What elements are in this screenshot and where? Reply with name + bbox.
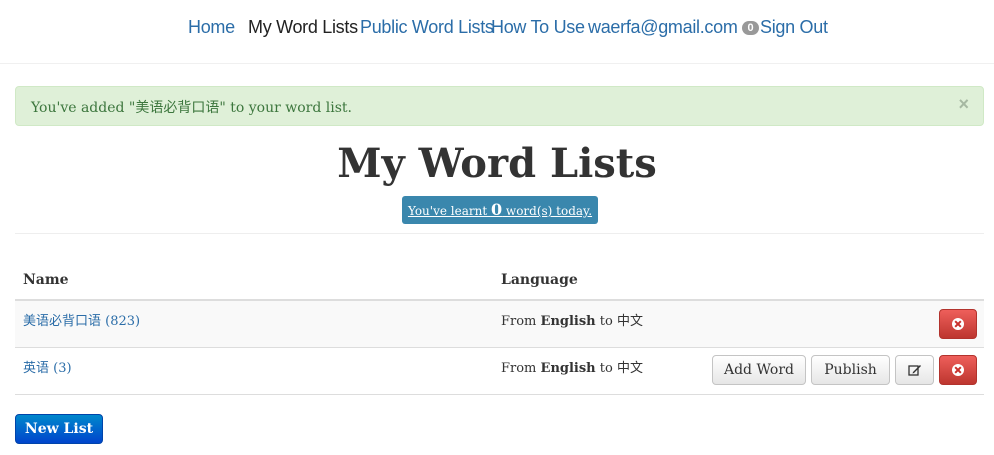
nav-home[interactable]: Home xyxy=(188,17,235,38)
page-title: My Word Lists xyxy=(337,140,657,187)
learnt-today-link[interactable]: You've learnt 0 word(s) today. xyxy=(402,196,598,224)
learnt-count: 0 xyxy=(490,200,503,219)
lang-source: English xyxy=(540,314,596,329)
word-list-link[interactable]: 英语 (3) xyxy=(23,357,72,376)
learnt-suffix: word(s) today. xyxy=(502,204,593,218)
language-cell: From English to 中文 xyxy=(501,357,643,376)
divider xyxy=(15,233,984,234)
delete-list-button[interactable] xyxy=(939,355,977,385)
nav-sign-out[interactable]: Sign Out xyxy=(760,17,828,38)
column-header-name: Name xyxy=(23,272,69,288)
lang-to-text: to xyxy=(595,361,617,376)
lang-to-text: to xyxy=(595,314,617,329)
edit-list-button[interactable] xyxy=(895,355,934,385)
lang-from-text: From xyxy=(501,314,541,329)
language-cell: From English to 中文 xyxy=(501,310,643,329)
close-icon[interactable]: × xyxy=(958,95,969,113)
add-word-button[interactable]: Add Word xyxy=(712,355,806,385)
remove-circle-icon xyxy=(952,364,964,376)
lang-target: 中文 xyxy=(616,314,643,329)
success-alert: You've added "美语必背口语" to your word list.… xyxy=(15,86,984,126)
delete-list-button[interactable] xyxy=(939,309,977,339)
column-header-language: Language xyxy=(501,272,578,288)
table-row: 美语必背口语 (823) From English to 中文 xyxy=(15,301,984,348)
top-nav: Home My Word Lists Public Word Lists How… xyxy=(0,0,994,64)
remove-circle-icon xyxy=(952,318,964,330)
lang-source: English xyxy=(540,361,596,376)
row-border xyxy=(15,394,984,395)
new-list-button[interactable]: New List xyxy=(15,414,103,444)
table-row: 英语 (3) From English to 中文 Add Word Publi… xyxy=(15,348,984,395)
publish-button[interactable]: Publish xyxy=(811,355,890,385)
alert-message: You've added "美语必背口语" to your word list. xyxy=(31,100,352,116)
nav-public-word-lists[interactable]: Public Word Lists xyxy=(360,17,494,38)
nav-my-word-lists[interactable]: My Word Lists xyxy=(248,17,358,38)
nav-account[interactable]: waerfa@gmail.com 0 xyxy=(588,17,760,38)
lang-target: 中文 xyxy=(616,361,643,376)
lang-from-text: From xyxy=(501,361,541,376)
nav-how-to-use[interactable]: How To Use xyxy=(491,17,585,38)
word-list-link[interactable]: 美语必背口语 (823) xyxy=(23,310,140,329)
edit-icon xyxy=(908,365,921,376)
learnt-prefix: You've learnt xyxy=(407,204,491,218)
account-email: waerfa@gmail.com xyxy=(588,17,738,37)
notification-badge: 0 xyxy=(741,21,760,35)
